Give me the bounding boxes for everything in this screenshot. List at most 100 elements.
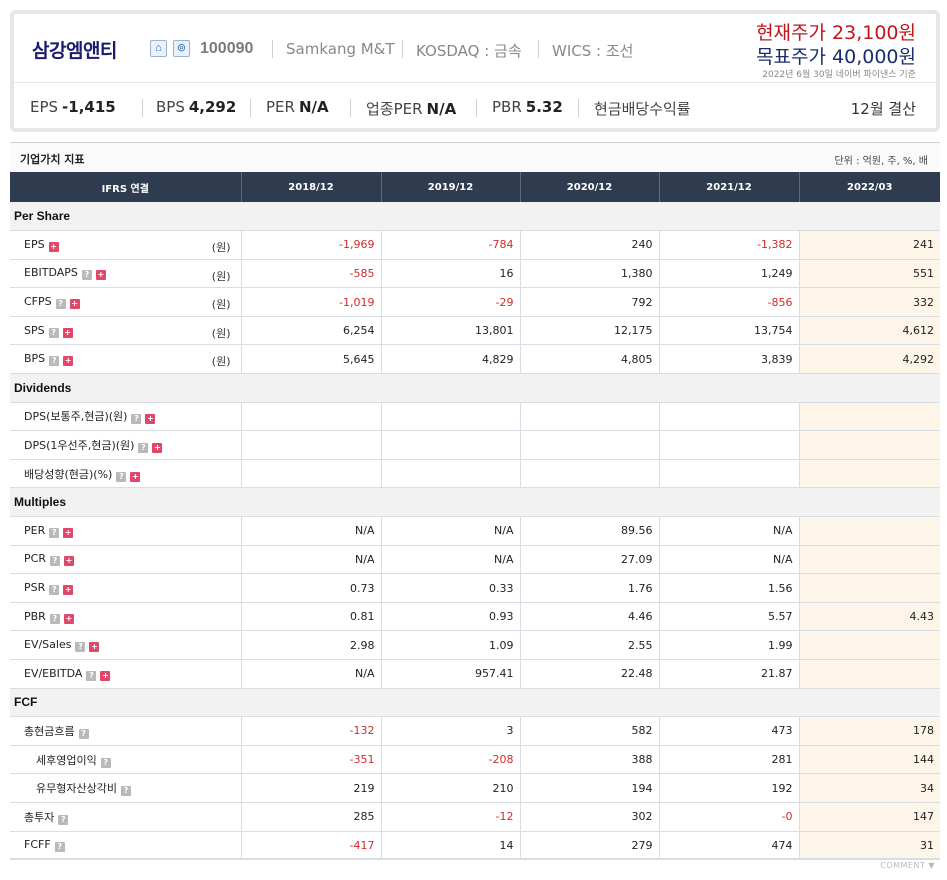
table-cell: 1,380 xyxy=(520,259,660,289)
table-cell xyxy=(799,459,940,489)
help-icon[interactable]: ? xyxy=(138,443,149,454)
table-cell xyxy=(799,430,940,460)
row-label: PCR xyxy=(24,552,46,566)
table-cell: 5,645 xyxy=(241,344,382,375)
help-icon[interactable]: ? xyxy=(131,414,142,425)
table-cell: N/A xyxy=(659,516,800,546)
table-cell xyxy=(799,659,940,689)
table-cell: 27.09 xyxy=(520,545,660,575)
expand-icon[interactable]: + xyxy=(63,556,74,567)
expand-icon[interactable]: + xyxy=(89,642,100,653)
group-title: FCF xyxy=(10,688,940,718)
row-label: CFPS xyxy=(24,295,52,309)
table-row: CFPS? + (원) -1,019 -29 792 -856 332 xyxy=(10,287,940,317)
market-info: KOSDAQ : 금속 xyxy=(416,42,522,60)
help-icon[interactable]: ? xyxy=(49,556,60,567)
help-icon[interactable]: ? xyxy=(49,585,60,596)
table-cell: N/A xyxy=(241,659,382,689)
table-cell: 1.56 xyxy=(659,573,800,603)
home-icon[interactable]: ⌂ xyxy=(150,40,167,57)
expand-icon[interactable]: + xyxy=(63,585,74,596)
expand-icon[interactable]: + xyxy=(62,327,73,338)
row-label-cell: PBR? + xyxy=(10,602,242,632)
help-icon[interactable]: ? xyxy=(86,670,97,681)
company-name[interactable]: 삼강엠앤티 xyxy=(32,36,117,63)
expand-icon[interactable]: + xyxy=(145,414,156,425)
table-cell: 192 xyxy=(659,773,800,803)
table-cell: N/A xyxy=(659,545,800,575)
metric-per: PER N/A xyxy=(266,98,329,116)
help-icon[interactable]: ? xyxy=(75,642,86,653)
expand-icon[interactable]: + xyxy=(63,613,74,624)
row-label: 총현금흐름 xyxy=(24,724,75,738)
store-icon[interactable]: ⊚ xyxy=(173,40,190,57)
help-icon[interactable]: ? xyxy=(120,786,131,797)
expand-icon[interactable]: + xyxy=(63,527,74,538)
table-cell: -417 xyxy=(241,831,382,861)
group-row: Multiples xyxy=(10,487,940,518)
table-cell: -1,382 xyxy=(659,230,800,260)
expand-icon[interactable]: + xyxy=(130,471,141,482)
table-cell: 4,805 xyxy=(520,344,660,375)
group-title: Multiples xyxy=(10,487,940,518)
table-cell xyxy=(381,459,521,489)
help-icon[interactable]: ? xyxy=(49,613,60,624)
expand-icon[interactable]: + xyxy=(69,299,80,310)
comment-toggle[interactable]: COMMENT ▼ xyxy=(880,861,935,870)
table-cell: 279 xyxy=(520,831,660,861)
help-icon[interactable]: ? xyxy=(49,356,60,367)
table-cell: -351 xyxy=(241,745,382,775)
table-cell xyxy=(520,459,660,489)
divider xyxy=(578,99,579,117)
table-cell: 210 xyxy=(381,773,521,803)
expand-icon[interactable]: + xyxy=(63,356,74,367)
row-label-cell: PCR? + xyxy=(10,545,242,575)
table-row: EV/Sales? +2.98 1.09 2.55 1.99 xyxy=(10,630,940,660)
table-cell xyxy=(799,573,940,603)
help-icon[interactable]: ? xyxy=(78,728,89,739)
table-cell: 2.98 xyxy=(241,630,382,660)
table-cell: 1,249 xyxy=(659,259,800,289)
table-cell: 147 xyxy=(799,802,940,832)
row-label: DPS(1우선주,현금)(원) xyxy=(24,439,135,453)
table-row: SPS? + (원) 6,254 13,801 12,175 13,754 4,612 xyxy=(10,316,940,346)
table-cell xyxy=(659,459,800,489)
help-icon[interactable]: ? xyxy=(100,757,111,768)
expand-icon[interactable]: + xyxy=(152,443,163,454)
column-header: 2021/12 xyxy=(659,172,800,202)
help-icon[interactable]: ? xyxy=(58,814,69,825)
divider xyxy=(142,99,143,117)
help-icon[interactable]: ? xyxy=(48,327,59,338)
divider xyxy=(350,99,351,117)
row-label: EV/EBITDA xyxy=(24,666,83,680)
wics-info: WICS : 조선 xyxy=(552,42,634,60)
help-icon[interactable]: ? xyxy=(54,842,65,853)
table-cell: 281 xyxy=(659,745,800,775)
divider xyxy=(10,858,940,859)
table-cell: 0.81 xyxy=(241,602,382,632)
table-cell: 89.56 xyxy=(520,516,660,546)
divider xyxy=(272,40,273,58)
section-title: 기업가치 지표 xyxy=(20,153,85,166)
expand-icon[interactable]: + xyxy=(100,670,111,681)
valuation-table: IFRS 연결 2018/12 2019/12 2020/12 2021/12 … xyxy=(10,172,940,861)
divider xyxy=(476,99,477,117)
table-cell xyxy=(799,516,940,546)
table-header-row: IFRS 연결 2018/12 2019/12 2020/12 2021/12 … xyxy=(10,172,940,202)
row-label: BPS xyxy=(24,352,46,366)
table-cell: 219 xyxy=(241,773,382,803)
help-icon[interactable]: ? xyxy=(49,527,60,538)
help-icon[interactable]: ? xyxy=(55,299,66,310)
group-title: Per Share xyxy=(10,202,940,232)
settlement-month: 12월 결산 xyxy=(850,100,916,118)
expand-icon[interactable]: + xyxy=(48,241,59,252)
stock-code: 100090 xyxy=(200,40,254,57)
row-unit: (원) xyxy=(211,269,231,283)
expand-icon[interactable]: + xyxy=(95,270,106,281)
row-label-cell: FCFF? xyxy=(10,831,242,861)
row-label-cell: DPS(1우선주,현금)(원)? + xyxy=(10,430,242,460)
help-icon[interactable]: ? xyxy=(81,270,92,281)
table-row: 총투자? 285 -12 302 -0 147 xyxy=(10,802,940,832)
table-cell: 12,175 xyxy=(520,316,660,346)
help-icon[interactable]: ? xyxy=(116,471,127,482)
